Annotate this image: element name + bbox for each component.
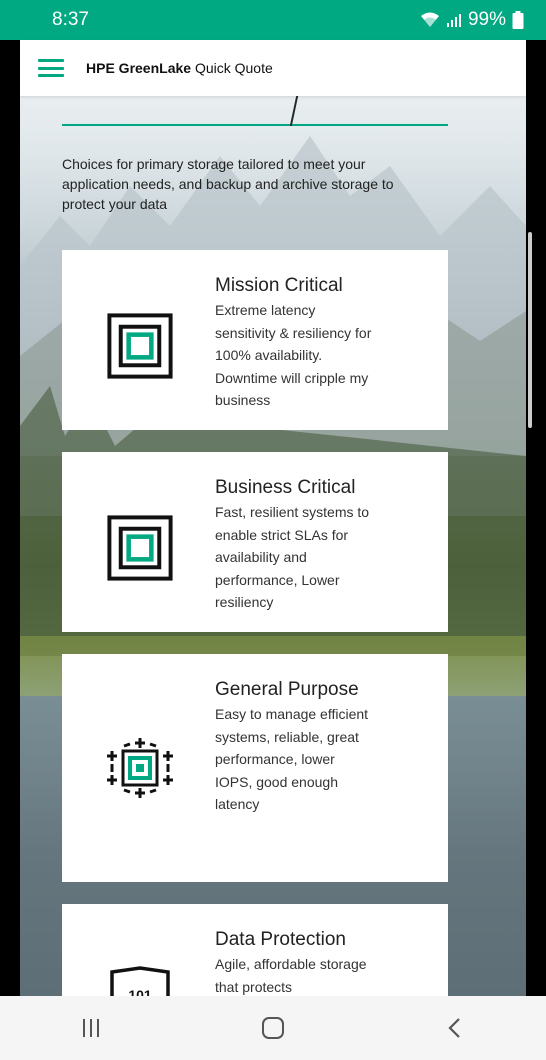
- card-title: General Purpose: [215, 679, 359, 700]
- battery-percent: 99%: [467, 9, 506, 30]
- content-area[interactable]: Choices for primary storage tailored to …: [20, 96, 526, 996]
- card-text: General Purpose Easy to manage efficient…: [215, 678, 375, 816]
- card-data-protection[interactable]: 101 Data Protection Agile, affordable st…: [62, 904, 448, 996]
- signal-icon: [446, 12, 462, 28]
- battery-icon: [512, 11, 524, 29]
- card-text: Data Protection Agile, affordable storag…: [215, 928, 375, 996]
- card-description: Easy to manage efficient systems, reliab…: [215, 706, 369, 812]
- card-description: Extreme latency sensitivity & resiliency…: [215, 302, 372, 408]
- brand-name: HPE GreenLake: [86, 60, 192, 76]
- card-text: Mission Critical Extreme latency sensiti…: [215, 274, 375, 412]
- back-icon[interactable]: [415, 1003, 495, 1053]
- card-title: Mission Critical: [215, 275, 343, 296]
- card-business-critical[interactable]: Business Critical Fast, resilient system…: [62, 452, 448, 632]
- phone-screen: 8:37 99% HPE GreenLake Quick Quote Choic…: [0, 0, 546, 1060]
- nested-square-icon: [106, 514, 174, 582]
- intro-text: Choices for primary storage tailored to …: [62, 156, 394, 212]
- status-time: 8:37: [52, 9, 89, 30]
- app-header: HPE GreenLake Quick Quote: [20, 40, 526, 96]
- card-text: Business Critical Fast, resilient system…: [215, 476, 375, 614]
- expandable-square-icon: [106, 734, 174, 802]
- app-title: HPE GreenLake Quick Quote: [86, 60, 273, 76]
- card-description: Agile, affordable storage that protects: [215, 956, 367, 995]
- brand-subtitle: Quick Quote: [191, 60, 273, 76]
- home-icon[interactable]: [233, 1003, 313, 1053]
- system-nav-bar: [0, 996, 546, 1060]
- hamburger-menu-icon[interactable]: [38, 59, 64, 77]
- card-title: Business Critical: [215, 477, 356, 498]
- wifi-icon: [420, 12, 440, 28]
- nested-square-icon: [106, 312, 174, 380]
- status-bar: 8:37 99%: [0, 0, 546, 40]
- recents-icon[interactable]: [51, 1003, 131, 1053]
- status-icons: 99%: [420, 9, 524, 31]
- card-description: Fast, resilient systems to enable strict…: [215, 504, 370, 610]
- card-mission-critical[interactable]: Mission Critical Extreme latency sensiti…: [62, 250, 448, 430]
- card-title: Data Protection: [215, 929, 346, 950]
- shield-label: 101: [128, 987, 152, 996]
- scroll-handle[interactable]: [528, 232, 532, 428]
- card-general-purpose[interactable]: General Purpose Easy to manage efficient…: [62, 654, 448, 882]
- section-divider: [62, 124, 448, 126]
- shield-binary-icon: 101: [106, 966, 174, 996]
